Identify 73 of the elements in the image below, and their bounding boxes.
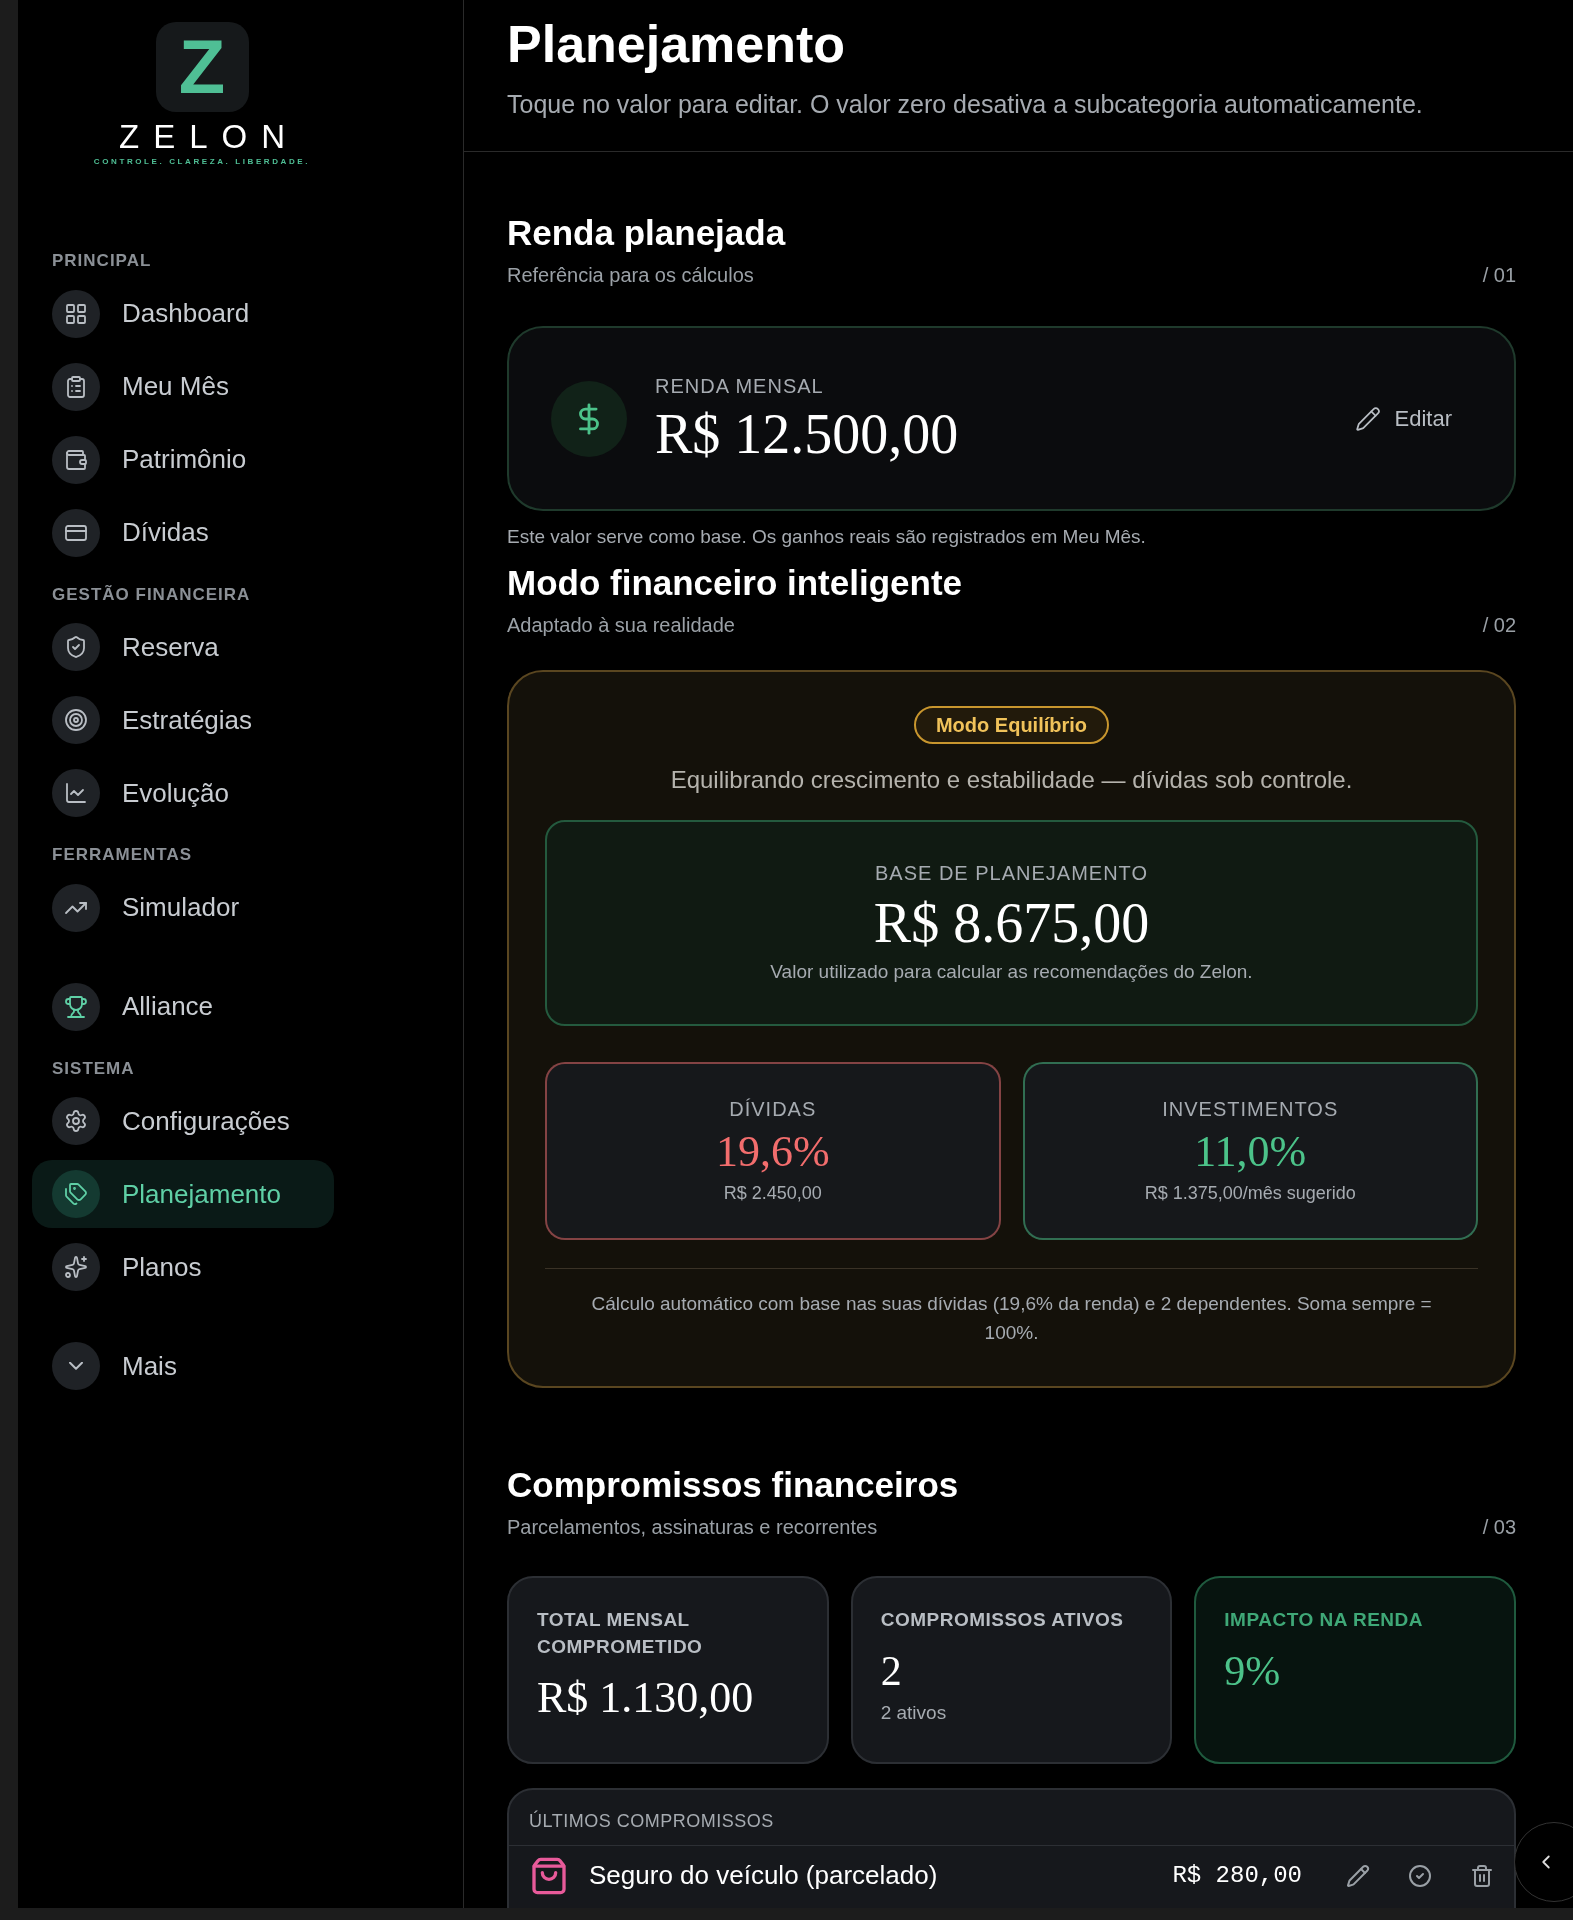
section-number: / 03 [1482,1514,1516,1540]
pencil-icon [1354,405,1381,432]
nav-section-label: FERRAMENTAS [52,844,194,866]
nav-item[interactable]: Estratégias [32,686,334,754]
wallet-icon [64,447,88,472]
nav-item[interactable]: Patrimônio [32,425,334,494]
brand-name: ZELON [118,118,299,156]
nav-item[interactable]: Planejamento [32,1160,334,1228]
check-circle-icon[interactable] [1408,1863,1432,1888]
income-label: RENDA MENSAL [655,373,825,399]
base-note: Valor utilizado para calcular as recomendações do Zelon. [770,960,1253,985]
nav-item[interactable]: Reserva [32,613,334,681]
grid-icon [64,301,88,326]
nav-item[interactable]: Dashboard [32,279,334,348]
brand-tagline: CONTROLE. CLAREZA. LIBERDADE. [93,156,311,168]
summary-value: R$ 1.130,00 [537,1671,755,1724]
stat-label: INVESTIMENTOS [1162,1097,1339,1122]
target-icon [64,708,88,732]
stat-value: 11,0% [1194,1126,1307,1178]
section-title: Modo financeiro inteligente [507,561,963,604]
nav-item[interactable]: Meu Mês [32,352,334,421]
mode-description: Equilibrando crescimento e estabilidade — dívidas sob controle. [670,764,1353,795]
mode-badge: Modo Equilíbrio [913,705,1110,744]
chevron-down-icon [69,1362,83,1370]
nav-item[interactable]: Alliance [32,972,334,1041]
nav-item[interactable]: Mais [32,1332,334,1400]
section-title: Renda planejada [507,212,786,254]
shield-icon [64,635,88,659]
summary-label: COMPROMISSOS ATIVOS [880,1607,1125,1632]
nav-item[interactable]: Planos [32,1233,334,1301]
nav-item[interactable]: Evolução [32,759,334,827]
page-subtitle: Toque no valor para editar. O valor zero desativa a subcategoria automaticamente. [507,89,1424,120]
summary-value: 2 [880,1646,903,1696]
edit-icon[interactable] [1346,1863,1370,1888]
section-subtitle: Parcelamentos, assinaturas e recorrentes [507,1514,879,1540]
commitment-amount: R$ 280,00 [1172,1860,1302,1891]
nav-item[interactable]: Dívidas [32,498,334,567]
base-value: R$ 8.675,00 [873,891,1150,957]
stat-value: 19,6% [715,1126,830,1178]
trophy-icon [64,994,88,1019]
shopping-bag-icon [529,1855,569,1896]
logo-letter: Z [178,29,226,105]
summary-detail: 2 ativos [880,1700,948,1725]
settings-icon [64,1109,88,1133]
stat-detail: R$ 2.450,00 [723,1182,822,1205]
sparkles-icon [64,1255,88,1279]
nav-item[interactable]: Simulador [32,873,334,942]
section-number: / 01 [1482,263,1516,288]
commitment-name: Seguro do veículo (parcelado) [589,1859,938,1892]
list-title: ÚLTIMOS COMPROMISSOS [509,1789,1514,1846]
stat-label: DÍVIDAS [729,1097,817,1122]
line-chart-icon [64,781,88,805]
nav-section-label: PRINCIPAL [52,250,153,272]
base-label: BASE DE PLANEJAMENTO [874,861,1148,887]
mode-footnote: Cálculo automático com base nas suas dívidas (19,6% da renda) e 2 dependentes. Soma sempre = 100%. [590,1291,1433,1345]
summary-value: 9% [1224,1646,1282,1696]
delete-icon[interactable] [1470,1863,1494,1888]
summary-label: IMPACTO NA RENDA [1224,1607,1425,1632]
section-title: Compromissos financeiros [507,1463,959,1506]
nav-section-label: GESTÃO FINANCEIRA [52,583,252,606]
nav-section-label: SISTEMA [52,1057,136,1080]
section-number: / 02 [1482,612,1516,638]
income-value: R$ 12.500,00 [655,401,959,467]
section-subtitle: Adaptado à sua realidade [507,612,736,638]
summary-label: TOTAL MENSAL COMPROMETIDO [537,1607,704,1659]
clipboard-icon [64,374,88,399]
income-note: Este valor serve como base. Os ganhos reais são registrados em Meu Mês. [507,525,1147,549]
edit-button[interactable]: Editar [1354,402,1452,435]
section-subtitle: Referência para os cálculos [507,263,755,288]
page-title: Planejamento [507,14,847,74]
tags-icon [64,1182,88,1206]
stat-detail: R$ 1.375,00/mês sugerido [1144,1182,1356,1205]
nav-item[interactable]: Configurações [32,1087,334,1155]
